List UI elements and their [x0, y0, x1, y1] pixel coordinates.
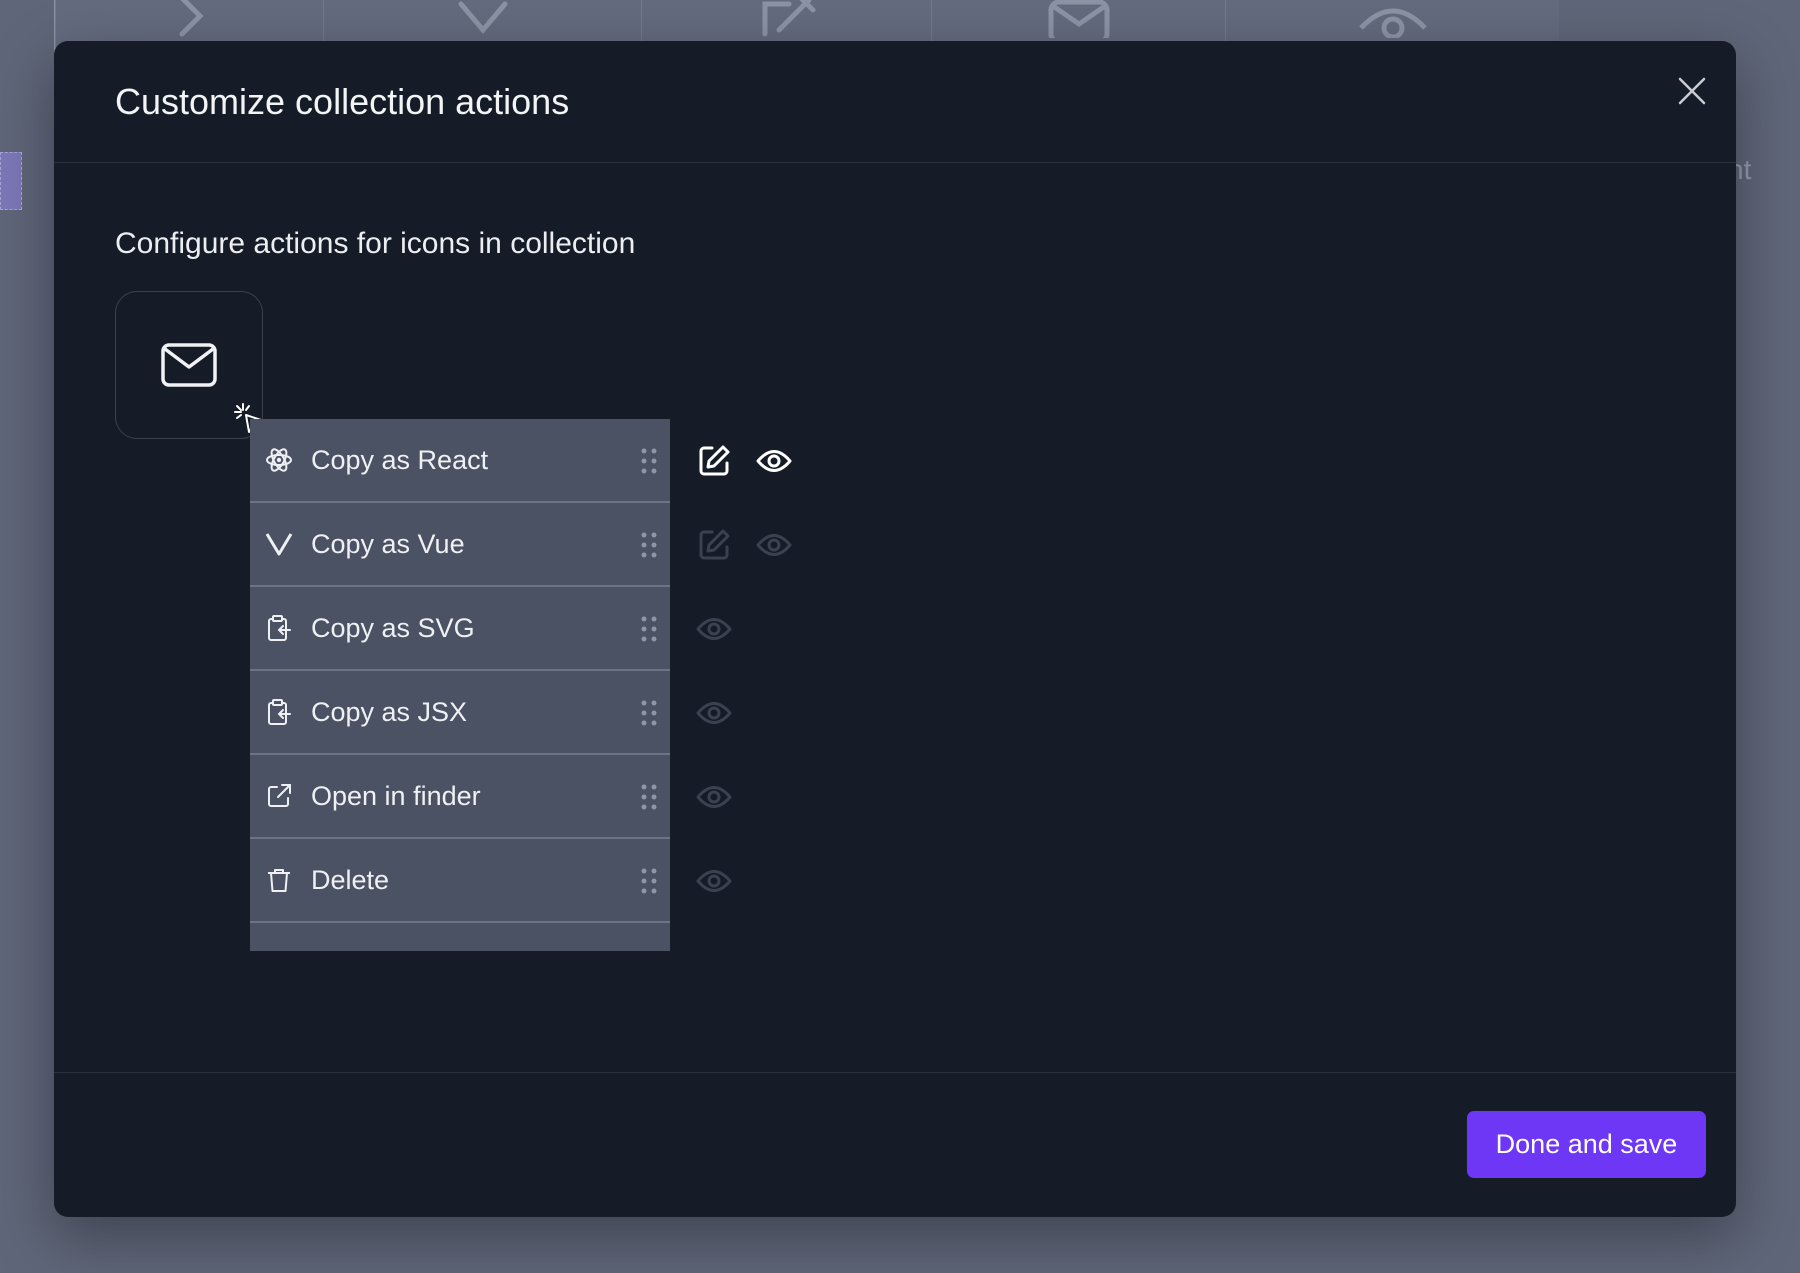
modal-footer: Done and save	[54, 1072, 1736, 1218]
visibility-toggle-button[interactable]	[754, 525, 794, 565]
visibility-toggle-button[interactable]	[694, 693, 734, 733]
mail-icon	[1048, 0, 1110, 38]
mail-icon	[161, 343, 217, 387]
drag-handle-icon[interactable]	[640, 783, 658, 811]
customize-actions-modal: Customize collection actions Configure a…	[54, 41, 1736, 1217]
drag-handle-icon[interactable]	[640, 615, 658, 643]
row-actions-vue	[694, 503, 794, 587]
close-icon	[1678, 77, 1706, 105]
x-icon	[458, 1, 508, 34]
action-item-copy-react[interactable]: Copy as React	[250, 419, 670, 503]
drag-handle-icon[interactable]	[640, 447, 658, 475]
edit-action-button[interactable]	[694, 525, 734, 565]
drag-handle-icon[interactable]	[640, 699, 658, 727]
eye-icon	[696, 618, 732, 640]
edit-icon	[699, 529, 730, 560]
drag-handle-icon[interactable]	[640, 531, 658, 559]
eye-icon	[696, 702, 732, 724]
row-actions-svg	[694, 587, 734, 671]
close-button[interactable]	[1670, 69, 1714, 113]
eye-icon	[696, 870, 732, 892]
react-icon	[265, 446, 293, 474]
visibility-toggle-button[interactable]	[694, 609, 734, 649]
section-label: Configure actions for icons in collectio…	[115, 227, 636, 260]
chevron-right-icon	[179, 0, 204, 37]
done-and-save-button[interactable]: Done and save	[1467, 1111, 1706, 1178]
edit-icon	[762, 0, 816, 37]
drag-handle-icon[interactable]	[640, 867, 658, 895]
visibility-toggle-button[interactable]	[694, 777, 734, 817]
modal-title: Customize collection actions	[115, 81, 570, 122]
trash-icon	[265, 866, 293, 894]
visibility-toggle-button[interactable]	[694, 861, 734, 901]
action-label: Copy as SVG	[311, 612, 475, 643]
eye-icon	[696, 786, 732, 808]
action-item-copy-vue[interactable]: Copy as Vue	[250, 503, 670, 587]
action-item-copy-jsx[interactable]: Copy as JSX	[250, 671, 670, 755]
visibility-toggle-button[interactable]	[754, 441, 794, 481]
eye-icon	[756, 534, 792, 556]
edit-icon	[699, 445, 730, 476]
action-list: Copy as React Copy as Vue Copy as SVG Co…	[250, 419, 670, 951]
edit-action-button[interactable]	[694, 441, 734, 481]
row-actions-jsx	[694, 671, 734, 755]
action-label: Delete	[311, 864, 390, 895]
row-actions-react	[694, 419, 794, 503]
action-item-copy-svg[interactable]: Copy as SVG	[250, 587, 670, 671]
action-label: Copy as JSX	[311, 696, 468, 727]
action-item-open-in-finder[interactable]: Open in finder	[250, 755, 670, 839]
clipboard-copy-icon	[265, 698, 293, 726]
background-selection-marker	[0, 152, 22, 210]
action-item-delete[interactable]: Delete	[250, 839, 670, 923]
modal-header: Customize collection actions	[54, 41, 1736, 163]
vue-icon	[265, 530, 293, 558]
row-actions-finder	[694, 755, 734, 839]
clipboard-copy-icon	[265, 614, 293, 642]
external-link-icon	[265, 782, 293, 810]
eye-icon	[1359, 8, 1427, 38]
row-actions-delete	[694, 839, 734, 923]
action-label: Open in finder	[311, 780, 481, 811]
action-label: Copy as React	[311, 444, 489, 475]
action-label: Copy as Vue	[311, 528, 465, 559]
eye-icon	[756, 450, 792, 472]
